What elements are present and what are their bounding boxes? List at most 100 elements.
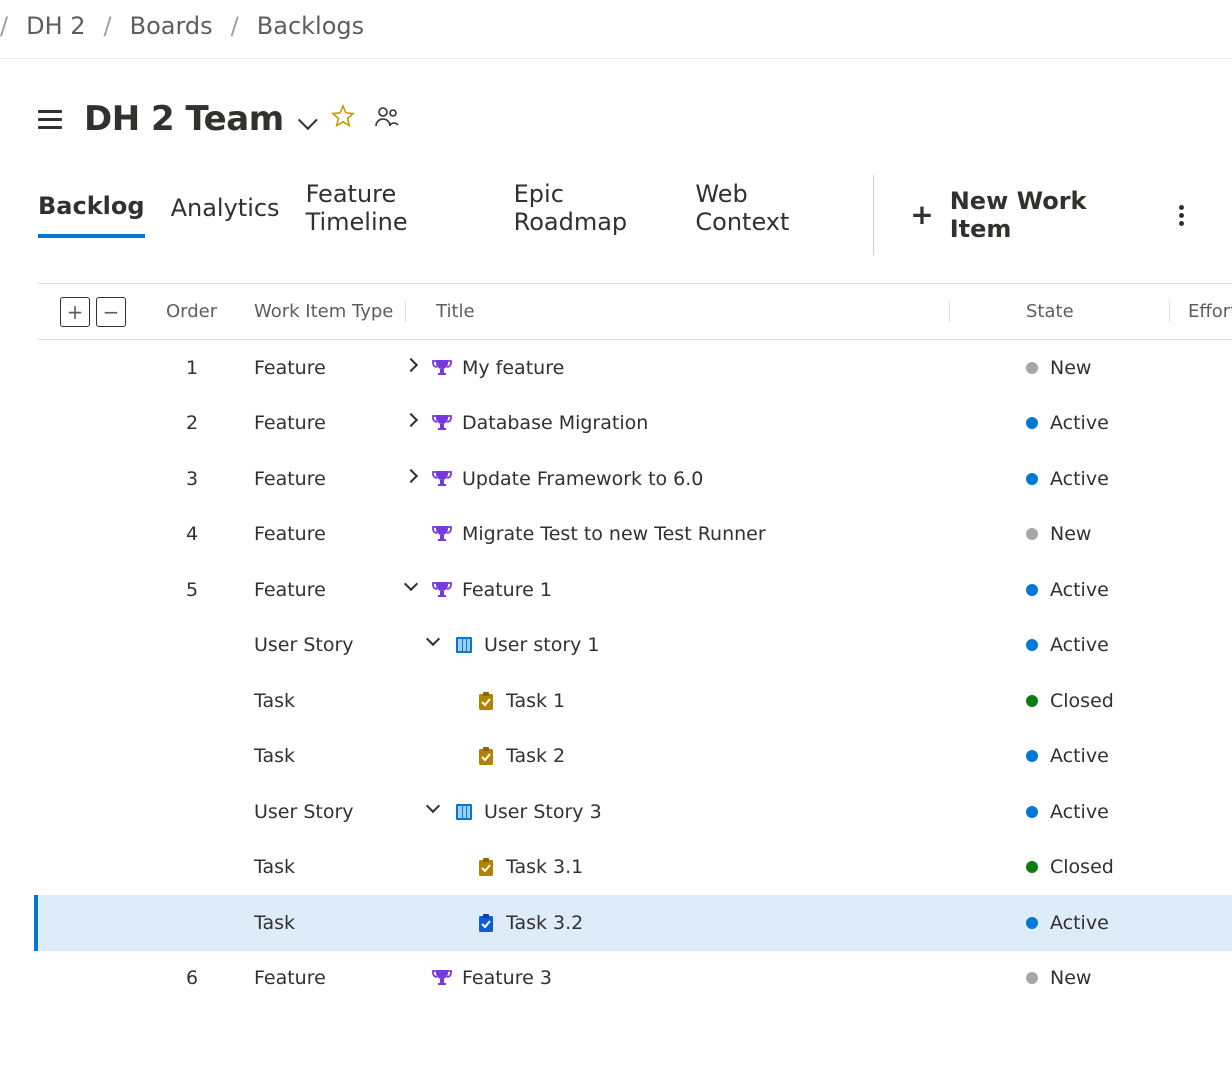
row-expand-toggle[interactable]	[428, 804, 444, 820]
state-label: Active	[1050, 801, 1109, 823]
row-type: Task	[254, 690, 406, 712]
row-title[interactable]: Task 1	[506, 690, 565, 712]
col-state[interactable]: State	[950, 301, 1170, 322]
breadcrumb-project[interactable]: DH 2	[26, 12, 85, 40]
row-title[interactable]: My feature	[462, 357, 564, 379]
row-title[interactable]: Migrate Test to new Test Runner	[462, 523, 766, 545]
state-label: Active	[1050, 468, 1109, 490]
breadcrumb-page[interactable]: Backlogs	[257, 12, 364, 40]
row-expand-toggle[interactable]	[406, 471, 422, 487]
row-title-cell: Task 2	[406, 745, 950, 767]
clipboard-icon	[476, 746, 496, 766]
clipboard-icon	[476, 691, 496, 711]
row-title[interactable]: User Story 3	[484, 801, 602, 823]
row-title[interactable]: Task 2	[506, 745, 565, 767]
state-label: New	[1050, 523, 1091, 545]
row-title[interactable]: Update Framework to 6.0	[462, 468, 703, 490]
backlog-row[interactable]: 2FeatureDatabase MigrationActive	[38, 396, 1232, 452]
backlog-row[interactable]: User Story User Story 3 Active	[38, 784, 1232, 840]
team-members-icon[interactable]	[374, 104, 400, 134]
tab-analytics[interactable]: Analytics	[171, 194, 280, 236]
row-title-cell: Task 1	[406, 690, 950, 712]
tab-web-context[interactable]: Web Context	[695, 180, 835, 250]
team-switcher[interactable]: DH 2 Team	[84, 99, 312, 139]
trophy-icon	[432, 580, 452, 600]
new-work-item-button[interactable]: + New Work Item	[910, 187, 1135, 243]
row-title[interactable]: User story 1	[484, 634, 600, 656]
backlog-row[interactable]: 5Feature Feature 1 Active	[38, 562, 1232, 618]
col-title[interactable]: Title	[406, 301, 950, 322]
state-dot-icon	[1026, 584, 1038, 596]
row-type: Feature	[254, 357, 406, 379]
team-header: DH 2 Team	[38, 99, 1232, 139]
state-dot-icon	[1026, 806, 1038, 818]
more-actions-icon[interactable]	[1171, 194, 1192, 237]
breadcrumb-section[interactable]: Boards	[130, 12, 213, 40]
backlog-row[interactable]: TaskTask 3.2Active	[34, 895, 1232, 951]
row-expand-toggle[interactable]	[428, 637, 444, 653]
row-title[interactable]: Feature 3	[462, 967, 552, 989]
new-work-item-label: New Work Item	[950, 187, 1135, 243]
collapse-all-button[interactable]: −	[96, 297, 126, 327]
favorite-star-icon[interactable]	[330, 104, 356, 134]
row-type: User Story	[254, 801, 406, 823]
expand-all-button[interactable]: +	[60, 297, 90, 327]
col-type[interactable]: Work Item Type	[254, 301, 406, 322]
state-label: Active	[1050, 579, 1109, 601]
row-expand-toggle[interactable]	[406, 415, 422, 431]
state-dot-icon	[1026, 362, 1038, 374]
backlog-row[interactable]: User Story User story 1 Active	[38, 618, 1232, 674]
row-state: Closed	[950, 690, 1170, 712]
backlog-row[interactable]: 4FeatureMigrate Test to new Test RunnerN…	[38, 507, 1232, 563]
row-title[interactable]: Feature 1	[462, 579, 552, 601]
row-type: Feature	[254, 468, 406, 490]
row-title-cell: My feature	[406, 357, 950, 379]
trophy-icon	[432, 358, 452, 378]
state-dot-icon	[1026, 972, 1038, 984]
row-type: User Story	[254, 634, 406, 656]
tab-bar: Backlog Analytics Feature Timeline Epic Roa…	[38, 175, 1232, 255]
col-order[interactable]: Order	[166, 301, 254, 322]
backlog-row[interactable]: 6FeatureFeature 3New	[38, 951, 1232, 1007]
backlog-row[interactable]: 1FeatureMy featureNew	[38, 340, 1232, 396]
tab-epic-roadmap[interactable]: Epic Roadmap	[514, 180, 670, 250]
row-expand-toggle[interactable]	[406, 582, 422, 598]
row-type: Feature	[254, 579, 406, 601]
row-order: 2	[166, 412, 254, 434]
breadcrumb: / DH 2 / Boards / Backlogs	[0, 0, 1232, 59]
trophy-icon	[432, 524, 452, 544]
chevron-down-icon	[298, 99, 312, 139]
row-title-cell: User story 1	[406, 634, 950, 656]
tab-feature-timeline[interactable]: Feature Timeline	[306, 180, 488, 250]
state-dot-icon	[1026, 473, 1038, 485]
row-expand-toggle[interactable]	[406, 360, 422, 376]
state-dot-icon	[1026, 417, 1038, 429]
row-order: 4	[166, 523, 254, 545]
row-title[interactable]: Task 3.1	[506, 856, 583, 878]
tab-backlog[interactable]: Backlog	[38, 192, 145, 238]
clipboard-icon	[476, 857, 496, 877]
backlog-row[interactable]: Task Task 1 Closed	[38, 673, 1232, 729]
hamburger-icon[interactable]	[38, 110, 62, 129]
backlog-row[interactable]: 3Feature Update Framework to 6.0 Active	[38, 451, 1232, 507]
book-icon	[454, 802, 474, 822]
row-type: Feature	[254, 967, 406, 989]
breadcrumb-sep: /	[231, 12, 239, 40]
trophy-icon	[432, 413, 452, 433]
state-label: Closed	[1050, 856, 1114, 878]
breadcrumb-sep: /	[0, 12, 8, 40]
row-title[interactable]: Database Migration	[462, 412, 648, 434]
state-label: New	[1050, 357, 1091, 379]
col-effort[interactable]: Effort	[1170, 301, 1232, 322]
state-label: Active	[1050, 634, 1109, 656]
row-type: Task	[254, 745, 406, 767]
row-order: 3	[166, 468, 254, 490]
backlog-row[interactable]: TaskTask 3.1Closed	[38, 840, 1232, 896]
row-title[interactable]: Task 3.2	[506, 912, 583, 934]
state-dot-icon	[1026, 528, 1038, 540]
row-state: Active	[950, 912, 1170, 934]
row-order: 5	[166, 579, 254, 601]
backlog-row[interactable]: TaskTask 2Active	[38, 729, 1232, 785]
row-state: New	[950, 967, 1170, 989]
row-title-cell: Database Migration	[406, 412, 950, 434]
